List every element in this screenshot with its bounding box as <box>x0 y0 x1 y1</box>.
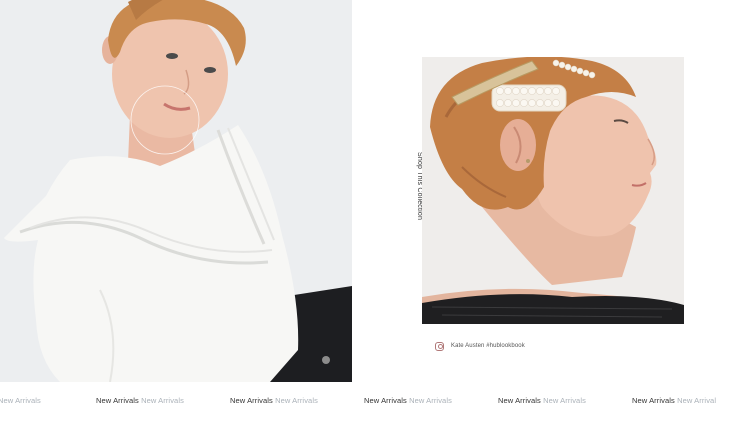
marquee-item-light: New Arrivals <box>0 396 41 405</box>
portrait-image <box>422 57 684 324</box>
marquee-item-light: New Arrivals <box>141 396 184 405</box>
marquee-item: New Arrivals <box>0 396 41 405</box>
marquee-item-light: New Arrivals <box>409 396 452 405</box>
marquee-item-dark: New Arrivals <box>498 396 541 405</box>
marquee-item: New Arrivals New Arrival <box>632 396 716 405</box>
marquee-item-light: New Arrivals <box>275 396 318 405</box>
instagram-credit[interactable]: Kate Austen #hublookbook <box>435 340 525 352</box>
marquee-item-light: New Arrival <box>677 396 717 405</box>
marquee-item-dark: New Arrivals <box>96 396 139 405</box>
hero-image <box>0 0 352 382</box>
marquee-item: New Arrivals New Arrivals <box>230 396 318 405</box>
marquee-item-light: New Arrivals <box>543 396 586 405</box>
instagram-icon <box>435 341 444 351</box>
marquee-item: New Arrivals New Arrivals <box>498 396 586 405</box>
marquee-item-dark: New Arrivals <box>364 396 407 405</box>
hero-illustration <box>0 0 352 382</box>
marquee-item-dark: New Arrivals <box>230 396 273 405</box>
portrait-illustration <box>422 57 684 324</box>
marquee-item: New Arrivals New Arrivals <box>96 396 184 405</box>
marquee-item-dark: New Arrivals <box>632 396 675 405</box>
new-arrivals-marquee[interactable]: New Arrivals New Arrivals New Arrivals N… <box>0 396 750 410</box>
marquee-item: New Arrivals New Arrivals <box>364 396 452 405</box>
credit-text: Kate Austen #hublookbook <box>451 343 525 349</box>
